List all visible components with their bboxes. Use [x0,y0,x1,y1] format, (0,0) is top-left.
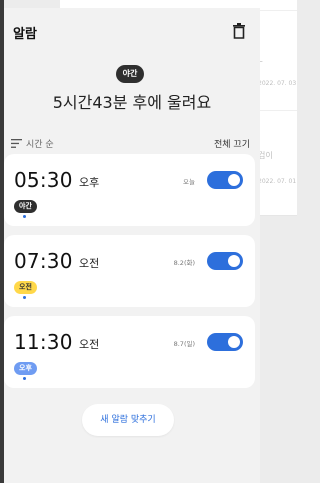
alarm-ampm: 오전 [79,338,100,351]
alarm-date: 8.7(일) [173,340,195,348]
sort-label[interactable]: 시간 순 [26,137,54,150]
alarm-card[interactable]: 11:30 오전 8.7(일) 오후 [4,316,255,388]
sort-row: 시간 순 전체 끄기 [4,136,260,152]
next-alarm-badge: 야간 [116,65,144,83]
tag-dot [23,215,26,218]
trash-icon[interactable] [232,23,246,39]
tag-dot [23,296,26,299]
alarm-toggle[interactable] [207,171,243,189]
alarm-toggle[interactable] [207,333,243,351]
alarm-ampm: 오전 [79,257,100,270]
background-row-text: 겁이 [258,151,273,160]
turn-off-all-button[interactable]: 전체 끄기 [214,137,250,150]
alarm-time: 07:30 [14,249,73,273]
toggle-knob [228,174,240,186]
toggle-knob [228,336,240,348]
alarm-time: 05:30 [14,168,73,192]
alarm-card[interactable]: 07:30 오전 8.2(화) 오전 [4,235,255,307]
toggle-knob [228,255,240,267]
alarm-panel: 알람 야간 5시간43분 후에 울려요 시간 순 전체 끄기 05:30 오후 … [4,8,260,483]
alarm-tag: 야간 [14,200,37,213]
background-row-date: 2022. 07. 03 [258,80,297,87]
alarm-date: 오늘 [183,178,195,186]
header: 알람 [4,8,260,52]
background-row-date: 2022. 07. 01 [258,178,297,185]
alarm-tag: 오전 [14,281,37,294]
new-alarm-button[interactable]: 새 알람 맞추기 [82,404,174,436]
alarm-toggle[interactable] [207,252,243,270]
alarm-date: 8.2(화) [173,259,195,267]
alarm-time: 11:30 [14,330,73,354]
alarm-card[interactable]: 05:30 오후 오늘 야간 [4,154,255,226]
next-alarm-text: 5시간43분 후에 울려요 [52,93,212,112]
alarm-ampm: 오후 [79,176,100,189]
page-title: 알람 [13,27,37,42]
sort-icon[interactable] [11,139,22,148]
alarm-tag: 오후 [14,362,37,375]
tag-dot [23,377,26,380]
